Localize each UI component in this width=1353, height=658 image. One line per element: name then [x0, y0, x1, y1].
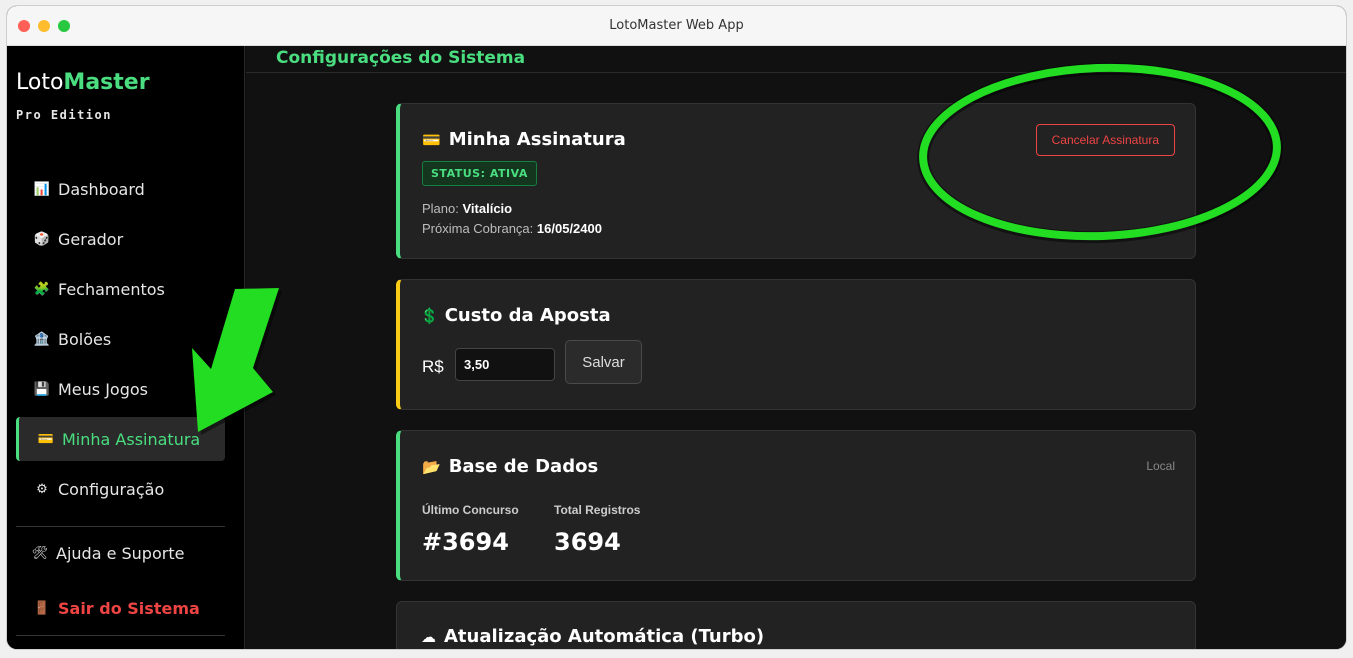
- title-divider: [246, 72, 1346, 73]
- sidebar-item-meus-jogos[interactable]: 💾 Meus Jogos: [16, 367, 225, 411]
- currency-label: R$: [422, 357, 444, 376]
- sidebar-item-label: Configuração: [58, 479, 165, 499]
- bet-cost-card: 💲Custo da Aposta R$ Salvar: [396, 279, 1196, 410]
- brand-edition: Pro Edition: [16, 108, 112, 122]
- credit-card-icon: 💳: [422, 131, 441, 149]
- floppy-disk-icon: 💾: [33, 381, 51, 397]
- title-bar: LotoMaster Web App: [7, 6, 1346, 46]
- tools-icon: 🛠: [31, 545, 49, 561]
- logout-label: Sair do Sistema: [58, 598, 200, 618]
- next-billing-info: Próxima Cobrança: 16/05/2400: [422, 221, 602, 236]
- sidebar-item-label: Dashboard: [58, 179, 145, 199]
- total-records-value: 3694: [554, 528, 621, 556]
- gear-icon: ⚙: [36, 481, 48, 497]
- folder-icon: 📂: [422, 458, 441, 476]
- sidebar-item-label: Bolões: [58, 329, 112, 349]
- save-button[interactable]: Salvar: [565, 340, 642, 384]
- sidebar-item-fechamentos[interactable]: 🧩 Fechamentos: [16, 267, 225, 311]
- sidebar-item-label: Meus Jogos: [58, 379, 148, 399]
- sidebar-item-label: Minha Assinatura: [62, 429, 201, 449]
- dollar-icon: 💲: [420, 307, 439, 325]
- sidebar-item-label: Gerador: [58, 229, 124, 249]
- sidebar-divider: [16, 526, 225, 527]
- sidebar-item-minha-assinatura[interactable]: 💳 Minha Assinatura: [16, 417, 225, 461]
- total-records-label: Total Registros: [554, 503, 641, 517]
- puzzle-icon: 🧩: [33, 281, 51, 297]
- cancel-subscription-button[interactable]: Cancelar Assinatura: [1035, 124, 1175, 156]
- database-title: 📂 Base de Dados: [422, 456, 599, 477]
- window-title: LotoMaster Web App: [609, 18, 744, 33]
- database-card: 📂 Base de Dados Local Último Concurso #36…: [396, 430, 1196, 581]
- bank-icon: 🏦: [33, 331, 51, 347]
- sidebar-item-gerador[interactable]: 🎲 Gerador: [16, 217, 225, 261]
- auto-update-card: ☁ Atualização Automática (Turbo): [396, 601, 1196, 649]
- database-source: Local: [1146, 459, 1175, 473]
- subscription-title: 💳 Minha Assinatura: [422, 129, 626, 150]
- logout-button[interactable]: 🚪 Sair do Sistema: [16, 586, 225, 630]
- last-contest-label: Último Concurso: [422, 503, 519, 517]
- brand-logo: LotoMaster: [16, 70, 150, 95]
- chart-icon: 📊: [33, 181, 51, 197]
- auto-update-title: ☁ Atualização Automática (Turbo): [421, 626, 765, 647]
- sidebar-item-configuracao[interactable]: ⚙ Configuração: [16, 467, 225, 511]
- main-content: Configurações do Sistema 💳 Minha Assinatu…: [246, 46, 1346, 649]
- plan-info: Plano: Vitalício: [422, 201, 513, 216]
- door-icon: 🚪: [33, 600, 51, 616]
- sidebar-item-label: Fechamentos: [58, 279, 165, 299]
- bet-cost-title: 💲 Custo da Aposta: [420, 305, 611, 326]
- last-contest-value: #3694: [422, 528, 509, 556]
- bet-cost-input[interactable]: [455, 348, 555, 381]
- app-window: LotoMaster Web App LotoMaster Pro Editio…: [7, 6, 1346, 649]
- sidebar-item-boloes[interactable]: 🏦 Bolões: [16, 317, 225, 361]
- subscription-card: 💳 Minha Assinatura STATUS: ATIVA Plano: V…: [396, 103, 1196, 259]
- cloud-icon: ☁: [421, 628, 436, 646]
- sidebar-divider: [16, 635, 225, 636]
- sidebar-item-dashboard[interactable]: 📊 Dashboard: [16, 167, 225, 211]
- status-badge: STATUS: ATIVA: [422, 161, 537, 186]
- sidebar-item-label: Ajuda e Suporte: [56, 543, 185, 563]
- page-title: Configurações do Sistema: [276, 48, 526, 68]
- dice-icon: 🎲: [33, 231, 51, 247]
- sidebar: LotoMaster Pro Edition 📊 Dashboard 🎲 Ger…: [7, 46, 245, 649]
- sidebar-item-ajuda[interactable]: 🛠 Ajuda e Suporte: [16, 531, 225, 575]
- credit-card-icon: 💳: [37, 431, 55, 447]
